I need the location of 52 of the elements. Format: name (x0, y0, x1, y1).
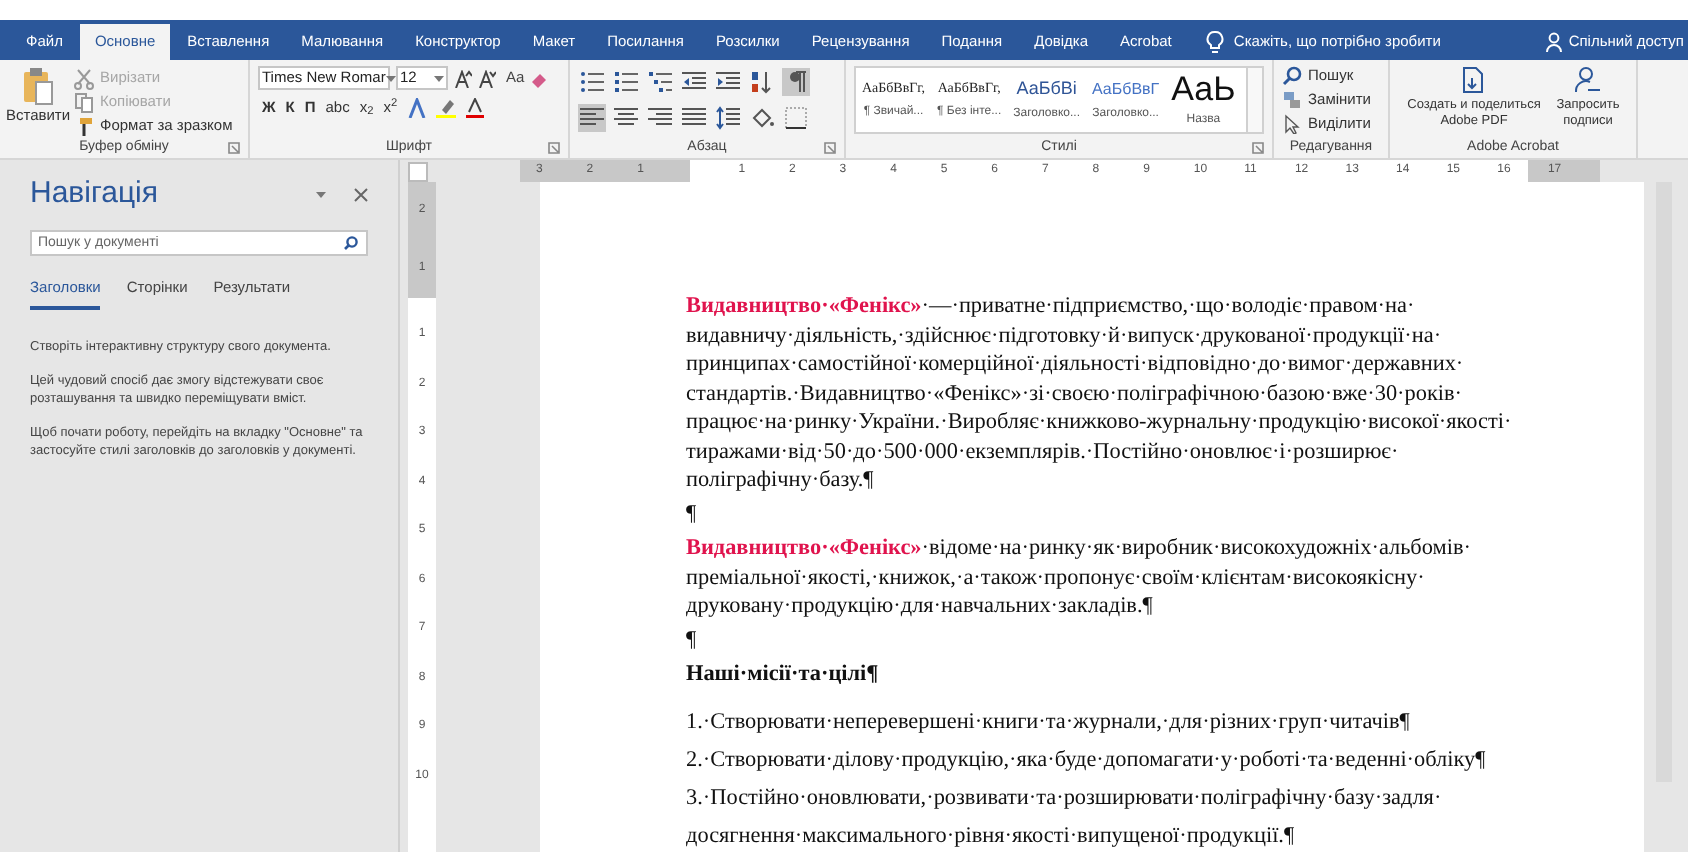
scissors-icon (74, 67, 94, 89)
caret-icon (385, 75, 396, 81)
outdent-icon[interactable] (682, 70, 706, 94)
lightbulb-icon (1205, 30, 1224, 54)
clipboard-icon (22, 66, 54, 106)
spacing-icon[interactable] (716, 106, 740, 130)
multilevel-icon[interactable] (648, 70, 672, 94)
paragraph: 2.·Створювати·ділову·продукцію,·яка·буде·допомагати·у·роботі·та·веденні·обліку¶ (686, 745, 1488, 775)
justify-icon[interactable] (682, 106, 706, 130)
pane-title: Навігація (30, 174, 159, 214)
paragraph: 1.·Створювати·неперевершені·книги·та·журнали,·для·різних·груп·читачів¶ (686, 707, 1412, 737)
brush-icon (74, 115, 94, 137)
section-heading: Наші·місії·та·цілі¶ (686, 660, 881, 689)
align-center-icon[interactable] (614, 106, 638, 130)
cursor-icon (1282, 114, 1302, 134)
indent-icon[interactable] (716, 70, 740, 94)
shrink-font-icon[interactable] (478, 69, 496, 87)
align-left-icon[interactable] (580, 106, 604, 130)
close-icon[interactable] (354, 187, 368, 202)
style-preview[interactable]: АаЬ (1171, 71, 1236, 107)
align-right-icon[interactable] (648, 106, 672, 130)
highlighter-icon[interactable] (435, 98, 456, 118)
launcher-icon (548, 142, 560, 154)
font-color-icon[interactable] (465, 98, 484, 118)
bullets-icon[interactable] (580, 70, 604, 94)
paragraph: 3.·Постійно·оновлювати,·розвивати·та·розширювати·поліграфічну·базу·задля·досягнення·максимального·рівня·якості·випущеної·продукції.¶ (686, 783, 1444, 851)
launcher-icon (1252, 142, 1264, 154)
launcher-icon (228, 142, 240, 154)
paragraph: ¶ (686, 626, 699, 655)
paragraph: Видавництво·«Фенікс»·відоме·на·ринку·як·виробник·високохудожніх·альбомів·преміальної·якості,·книжок,·а·також·пропонує·своїм·клієнтам·високоякісну·друковану·продукцію·для·навчальних·закладів.¶ (686, 534, 1473, 621)
shading-icon[interactable] (750, 106, 774, 130)
person-icon (1574, 66, 1602, 94)
paragraph: Видавництво·«Фенікс»·—·приватне·підприємство,·що·володіє·правом·на·видавничу·діяльність,·здійснює·підготовку·й·випуск·друкованої·продукції·на·принципах·самостійної·комерційної·діяльності·відповідно·до·вимог·державних·стандартів.·Видавництво·«Фенікс»·зі·своєю·поліграфічною·базою·вже·30·років·працює·на·ринку·України.·Виробляє·книжково-журнальну·продукцію·високої·якості·тиражами·від·50·до·500·000·екземплярів.·Постійно·оновлює·і·розширює·поліграфічну·базу.¶ (686, 292, 1514, 495)
replace-icon (1282, 90, 1302, 110)
sort-icon[interactable] (750, 70, 774, 94)
numbering-icon[interactable] (614, 70, 638, 94)
style-preview[interactable]: АаБбВі (1016, 75, 1077, 103)
person-icon (1546, 32, 1563, 52)
copy-icon (74, 91, 94, 113)
caret-icon (434, 75, 444, 81)
caret-icon (316, 191, 326, 198)
text-effects-icon[interactable] (407, 98, 426, 118)
borders-icon[interactable] (784, 106, 808, 130)
style-preview[interactable]: АаБбВвГ (1092, 77, 1160, 101)
paragraph: ¶ (686, 500, 699, 529)
eraser-icon[interactable] (530, 69, 549, 87)
marks-icon[interactable] (784, 70, 808, 94)
search-icon (342, 235, 362, 251)
launcher-icon (824, 142, 836, 154)
document-icon (1460, 66, 1488, 94)
grow-font-icon[interactable] (454, 69, 472, 87)
search-icon (1282, 66, 1302, 86)
